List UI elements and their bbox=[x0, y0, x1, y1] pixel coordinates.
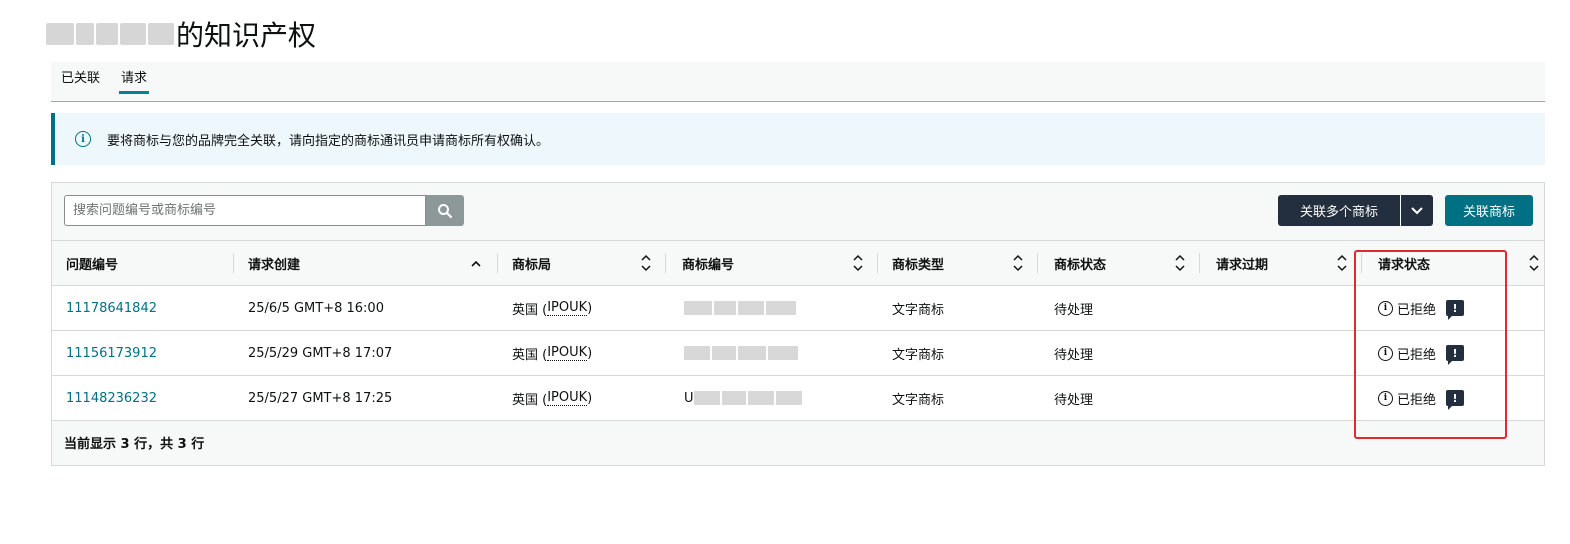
redacted-brand-name bbox=[46, 23, 174, 45]
column-header-issue-id[interactable]: 问题编号 bbox=[66, 241, 234, 285]
column-label: 商标局 bbox=[512, 257, 552, 273]
office-abbr: IPOUK bbox=[547, 345, 588, 361]
trademark-type: 文字商标 bbox=[892, 347, 945, 363]
table-row: 11178641842 25/6/5 GMT+8 16:00 英国 (IPOUK… bbox=[52, 286, 1544, 331]
annotation-highlight-box bbox=[1354, 250, 1507, 439]
trademark-office: 英国 (IPOUK) bbox=[512, 376, 592, 420]
sort-icon bbox=[1529, 254, 1539, 272]
office-name: 英国 ( bbox=[512, 302, 548, 318]
sort-icon bbox=[1013, 254, 1023, 272]
sort-icon bbox=[1175, 254, 1185, 272]
column-header-request-expiry[interactable]: 请求过期 bbox=[1200, 241, 1362, 285]
column-label: 商标编号 bbox=[682, 257, 735, 273]
row-count-footer: 当前显示 3 行，共 3 行 bbox=[64, 437, 205, 452]
trademark-number-redacted bbox=[684, 286, 796, 330]
office-tail: ) bbox=[587, 300, 593, 316]
sort-icon bbox=[1337, 254, 1347, 272]
issue-id-text[interactable]: 11156173912 bbox=[66, 346, 157, 361]
tab-bar: 已关联 请求 bbox=[51, 62, 1545, 102]
column-header-trademark-status[interactable]: 商标状态 bbox=[1038, 241, 1200, 285]
info-alert: i 要将商标与您的品牌完全关联，请向指定的商标通讯员申请商标所有权确认。 bbox=[51, 113, 1545, 165]
trademark-type: 文字商标 bbox=[892, 302, 945, 318]
table-body: 11178641842 25/6/5 GMT+8 16:00 英国 (IPOUK… bbox=[52, 286, 1544, 421]
issue-id-link[interactable]: 11148236232 bbox=[66, 376, 157, 420]
created-date: 25/5/27 GMT+8 17:25 bbox=[248, 390, 393, 406]
tab-requests[interactable]: 请求 bbox=[119, 70, 150, 94]
page-header: 的知识产权 bbox=[46, 14, 316, 54]
table-row: 11148236232 25/5/27 GMT+8 17:25 英国 (IPOU… bbox=[52, 376, 1544, 421]
trademark-office: 英国 (IPOUK) bbox=[512, 331, 592, 375]
search-input[interactable] bbox=[64, 195, 426, 226]
sort-icon bbox=[853, 254, 863, 272]
info-icon: i bbox=[75, 131, 91, 147]
office-abbr: IPOUK bbox=[547, 300, 588, 316]
issue-id-link[interactable]: 11178641842 bbox=[66, 286, 157, 330]
trademark-status: 待处理 bbox=[1054, 392, 1094, 408]
tab-linked[interactable]: 已关联 bbox=[59, 70, 102, 94]
trademark-number-redacted: U bbox=[684, 376, 802, 420]
issue-id-link[interactable]: 11156173912 bbox=[66, 331, 157, 375]
trademark-type: 文字商标 bbox=[892, 392, 945, 408]
trademark-number-redacted bbox=[684, 331, 798, 375]
link-trademark-button[interactable]: 关联商标 bbox=[1445, 195, 1533, 226]
office-tail: ) bbox=[587, 390, 593, 406]
column-label: 商标类型 bbox=[892, 257, 945, 273]
office-name: 英国 ( bbox=[512, 347, 548, 363]
search-icon bbox=[438, 203, 453, 218]
sort-icon bbox=[641, 254, 651, 272]
trademark-office: 英国 (IPOUK) bbox=[512, 286, 592, 330]
search-button[interactable] bbox=[426, 195, 464, 226]
sort-ascending-icon bbox=[471, 260, 481, 267]
office-name: 英国 ( bbox=[512, 392, 548, 408]
column-label: 问题编号 bbox=[66, 257, 119, 273]
column-label: 商标状态 bbox=[1054, 257, 1107, 273]
column-header-created[interactable]: 请求创建 bbox=[234, 241, 498, 285]
created-date: 25/6/5 GMT+8 16:00 bbox=[248, 300, 384, 316]
link-multiple-trademarks-button[interactable]: 关联多个商标 bbox=[1278, 195, 1400, 226]
created-date: 25/5/29 GMT+8 17:07 bbox=[248, 345, 393, 361]
column-label: 请求过期 bbox=[1216, 257, 1269, 273]
link-options-dropdown[interactable] bbox=[1401, 195, 1433, 226]
issue-id-text[interactable]: 11148236232 bbox=[66, 391, 157, 406]
office-abbr: IPOUK bbox=[547, 390, 588, 406]
trademark-status: 待处理 bbox=[1054, 347, 1094, 363]
requests-table-panel: 关联多个商标 关联商标 问题编号 请求创建 商标局 商标编号 bbox=[51, 182, 1545, 466]
page-title: 的知识产权 bbox=[176, 19, 317, 52]
table-header: 问题编号 请求创建 商标局 商标编号 商标类型 商标状态 请求过期 请求状态 bbox=[52, 240, 1544, 286]
trademark-status: 待处理 bbox=[1054, 302, 1094, 318]
column-header-office[interactable]: 商标局 bbox=[498, 241, 666, 285]
column-label: 请求创建 bbox=[248, 257, 301, 273]
trademark-number-prefix: U bbox=[684, 390, 694, 406]
table-row: 11156173912 25/5/29 GMT+8 17:07 英国 (IPOU… bbox=[52, 331, 1544, 376]
office-tail: ) bbox=[587, 345, 593, 361]
chevron-down-icon bbox=[1411, 206, 1423, 214]
alert-text: 要将商标与您的品牌完全关联，请向指定的商标通讯员申请商标所有权确认。 bbox=[107, 133, 550, 149]
column-header-trademark-number[interactable]: 商标编号 bbox=[666, 241, 878, 285]
column-header-trademark-type[interactable]: 商标类型 bbox=[878, 241, 1038, 285]
issue-id-text[interactable]: 11178641842 bbox=[66, 301, 157, 316]
